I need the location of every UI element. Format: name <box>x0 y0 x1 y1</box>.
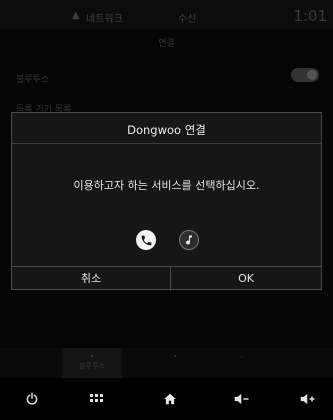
volume-up-icon <box>300 393 315 405</box>
divider <box>12 143 321 144</box>
dialog-button-row: 취소 OK <box>12 266 321 291</box>
home-icon <box>164 393 176 405</box>
home-button[interactable] <box>158 388 182 410</box>
volume-up-button[interactable] <box>296 388 320 410</box>
power-icon <box>26 392 38 405</box>
system-nav-bar <box>0 378 333 420</box>
music-service-button[interactable] <box>179 230 199 250</box>
cancel-button[interactable]: 취소 <box>12 267 171 291</box>
tab-icon: • <box>172 352 178 361</box>
dialog-title: Dongwoo 연결 <box>127 123 206 137</box>
phone-icon <box>141 235 151 245</box>
status-bar: ▲ 네트워크 수신 1:01 <box>0 0 333 30</box>
volume-down-icon <box>234 393 249 405</box>
volume-down-button[interactable] <box>230 388 254 410</box>
reception-status-text: 수신 <box>178 14 197 25</box>
bluetooth-icon: • <box>89 352 95 361</box>
clock: 1:01 <box>293 7 327 25</box>
bottom-tabs: • 블루투스 • - <box>0 348 333 378</box>
tab-bluetooth[interactable]: • 블루투스 <box>62 348 122 378</box>
bluetooth-toggle[interactable] <box>291 68 319 82</box>
bluetooth-row[interactable]: 블루투스 <box>16 68 323 88</box>
apps-button[interactable] <box>84 388 108 410</box>
signal-icon: ▲ <box>72 10 80 21</box>
tab-label: 블루투스 <box>79 362 105 370</box>
connect-dialog: Dongwoo 연결 이용하고자 하는 서비스를 선택하십시오. 취소 OK <box>11 112 322 291</box>
power-button[interactable] <box>20 388 44 410</box>
page-title: 연결 <box>158 39 175 49</box>
phone-service-button[interactable] <box>136 230 156 250</box>
dialog-message: 이용하고자 하는 서비스를 선택하십시오. <box>73 179 260 192</box>
network-status-text: 네트워크 <box>86 14 123 25</box>
tab-icon: - <box>240 352 244 361</box>
ok-button[interactable]: OK <box>171 267 321 291</box>
tab-item[interactable]: • <box>145 348 205 378</box>
bluetooth-label: 블루투스 <box>16 75 50 85</box>
tab-item[interactable]: - <box>212 348 272 378</box>
music-note-icon <box>186 235 192 245</box>
apps-grid-icon <box>89 394 103 402</box>
